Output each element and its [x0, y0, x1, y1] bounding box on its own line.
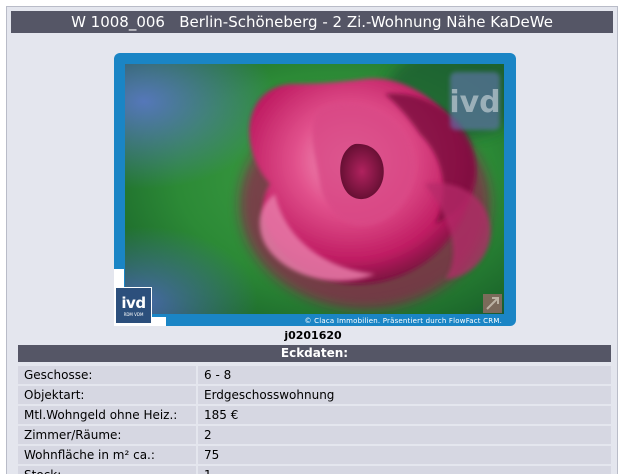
table-row: Zimmer/Räume: 2: [18, 426, 611, 444]
row-value: 6 - 8: [198, 366, 611, 384]
flower-image: ivd: [125, 64, 504, 314]
row-value: 2: [198, 426, 611, 444]
table-row: Geschosse: 6 - 8: [18, 366, 611, 384]
ivd-logo-text: ivd: [121, 294, 146, 312]
ivd-logo-subtext: RDM VDM: [123, 312, 144, 317]
row-value: 185 €: [198, 406, 611, 424]
photo-copyright-caption: © Claca Immobilien. Präsentiert durch Fl…: [304, 317, 502, 325]
watermark-logo: ivd: [449, 85, 500, 120]
table-row: Objektart: Erdgeschosswohnung: [18, 386, 611, 404]
expand-icon[interactable]: [483, 294, 502, 313]
image-id-label: j0201620: [284, 329, 342, 342]
page-title: W 1008_006 Berlin-Schöneberg - 2 Zi.-Woh…: [11, 11, 613, 33]
section-header-eckdaten: Eckdaten:: [18, 345, 611, 362]
row-label: Zimmer/Räume:: [18, 426, 198, 444]
row-value: 75: [198, 446, 611, 464]
row-label: Mtl.Wohngeld ohne Heiz.:: [18, 406, 198, 424]
row-value: Erdgeschosswohnung: [198, 386, 611, 404]
property-photo[interactable]: ivd: [125, 64, 504, 314]
row-label: Stock:: [18, 466, 198, 474]
row-value: 1: [198, 466, 611, 474]
expose-panel: W 1008_006 Berlin-Schöneberg - 2 Zi.-Woh…: [6, 6, 618, 474]
table-row: Stock:1: [18, 466, 611, 474]
table-row: Mtl.Wohngeld ohne Heiz.: 185 €: [18, 406, 611, 424]
row-label: Wohnfläche in m² ca.:: [18, 446, 198, 464]
row-label: Geschosse:: [18, 366, 198, 384]
table-row: Wohnfläche in m² ca.: 75: [18, 446, 611, 464]
row-label: Objektart:: [18, 386, 198, 404]
ivd-logo: ivd RDM VDM: [115, 287, 152, 324]
details-table: Geschosse: 6 - 8 Objektart: Erdgeschosswohn…: [18, 364, 611, 474]
